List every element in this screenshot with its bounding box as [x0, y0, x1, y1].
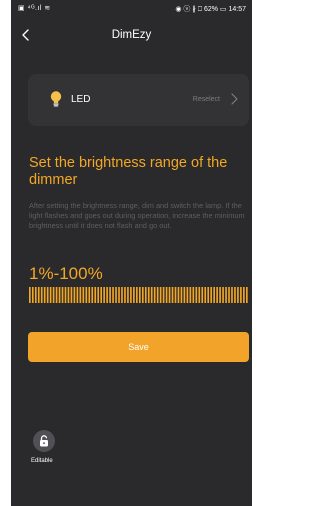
slider-tick	[243, 287, 245, 303]
slider-tick	[183, 287, 186, 303]
slider-tick	[97, 287, 100, 303]
slider-tick	[76, 287, 79, 303]
slider-tick	[234, 287, 236, 303]
slider-tick	[153, 287, 156, 303]
brightness-range-value: 1%-100%	[29, 264, 103, 283]
slider-tick	[231, 287, 233, 303]
slider-tick	[127, 287, 129, 303]
slider-tick	[198, 287, 201, 303]
slider-tick	[109, 287, 111, 303]
slider-tick	[46, 287, 49, 303]
slider-tick	[189, 287, 192, 303]
slider-tick	[70, 287, 73, 303]
header: DimEzy	[11, 16, 252, 52]
slider-tick	[207, 287, 210, 303]
slider-tick	[29, 287, 31, 303]
slider-tick	[222, 287, 224, 303]
slider-tick	[91, 287, 94, 303]
slider-tick	[37, 287, 40, 303]
slider-tick	[177, 287, 180, 303]
slider-tick	[115, 287, 117, 303]
slider-tick	[82, 287, 85, 303]
slider-tick	[147, 287, 150, 303]
slider-tick	[150, 287, 153, 303]
device-name: LED	[71, 94, 91, 105]
brightness-range-slider[interactable]	[29, 287, 249, 303]
slider-tick	[195, 287, 198, 303]
slider-tick	[228, 287, 230, 303]
slider-tick	[79, 287, 82, 303]
slider-tick	[124, 287, 126, 303]
light-bulb-icon	[50, 91, 62, 107]
device-selector-card[interactable]: LED Reselect	[28, 74, 249, 126]
slider-tick	[210, 287, 212, 303]
slider-tick	[121, 287, 123, 303]
slider-tick	[73, 287, 76, 303]
edit-lock-toggle[interactable]	[33, 430, 55, 452]
section-heading: Set the brightness range of the dimmer	[29, 155, 228, 188]
save-button[interactable]: Save	[28, 332, 249, 362]
slider-tick	[106, 287, 108, 303]
slider-tick	[171, 287, 174, 303]
slider-tick	[219, 287, 221, 303]
slider-tick	[100, 287, 102, 303]
slider-tick	[58, 287, 61, 303]
slider-tick	[52, 287, 55, 303]
slider-tick	[186, 287, 189, 303]
status-signal-indicators: ▣ ⁴ᴳ.ıl ≋	[18, 5, 51, 12]
slider-tick	[246, 287, 248, 303]
slider-tick	[49, 287, 52, 303]
page-title: DimEzy	[111, 29, 152, 41]
slider-tick	[133, 287, 135, 303]
status-bar: ▣ ⁴ᴳ.ıl ≋ ◉ ⓥ ∦ ⎕ 62% ▭ 14:57	[11, 0, 252, 16]
slider-tick	[216, 287, 218, 303]
slider-tick	[118, 287, 120, 303]
slider-tick	[204, 287, 207, 303]
instructions-text: After setting the brightness range, dim …	[29, 201, 245, 230]
slider-tick	[136, 287, 138, 303]
slider-tick	[94, 287, 97, 303]
slider-tick	[180, 287, 183, 303]
slider-tick	[34, 287, 37, 303]
slider-tick	[85, 287, 88, 303]
slider-tick	[31, 287, 34, 303]
app-screen: ▣ ⁴ᴳ.ıl ≋ ◉ ⓥ ∦ ⎕ 62% ▭ 14:57 DimEzy LED…	[11, 0, 252, 506]
slider-tick	[192, 287, 195, 303]
slider-tick	[174, 287, 177, 303]
slider-tick	[139, 287, 141, 303]
slider-tick	[237, 287, 239, 303]
slider-tick	[40, 287, 43, 303]
slider-tick	[213, 287, 215, 303]
editable-label: Editable	[31, 458, 53, 464]
slider-tick	[240, 287, 242, 303]
slider-tick	[103, 287, 105, 303]
slider-tick	[88, 287, 91, 303]
slider-tick	[159, 287, 162, 303]
reselect-link[interactable]: Reselect	[193, 96, 220, 103]
slider-tick	[67, 287, 70, 303]
slider-tick	[168, 287, 171, 303]
slider-tick	[112, 287, 114, 303]
chevron-right-icon[interactable]	[229, 92, 239, 106]
slider-tick	[201, 287, 204, 303]
slider-tick	[130, 287, 132, 303]
unlocked-padlock-icon	[40, 435, 48, 447]
slider-tick	[144, 287, 147, 303]
slider-tick	[64, 287, 67, 303]
slider-tick	[156, 287, 159, 303]
slider-tick	[61, 287, 64, 303]
slider-tick	[55, 287, 58, 303]
slider-tick	[165, 287, 168, 303]
slider-tick	[141, 287, 144, 303]
status-system-indicators: ◉ ⓥ ∦ ⎕ 62% ▭ 14:57	[175, 6, 246, 13]
slider-tick	[162, 287, 165, 303]
slider-tick	[43, 287, 46, 303]
slider-tick	[225, 287, 227, 303]
